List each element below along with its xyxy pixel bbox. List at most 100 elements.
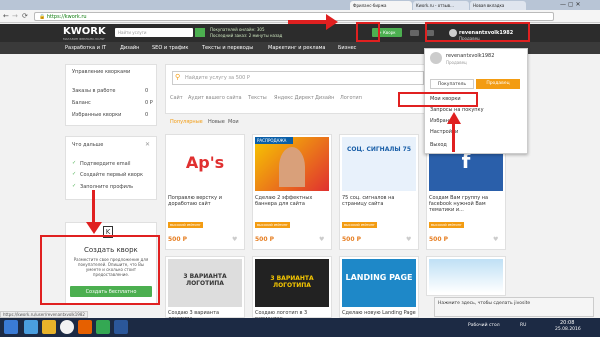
card-price: 500 Р [168,236,188,243]
tag[interactable]: Аудит вашего сайта [188,95,242,101]
last-order-stat: Последний заказ: 2 минуты назад [210,33,283,38]
heart-icon[interactable]: ♥ [493,236,498,243]
card-thumbnail[interactable]: 3 ВАРИАНТА ЛОГОТИПА [168,259,242,307]
tag[interactable]: Логотип [340,95,362,101]
thumb-text: РАСПРОДАЖА [255,137,293,144]
filter-mine[interactable]: Мои [228,119,239,125]
menu-item[interactable]: Дизайн [120,45,139,51]
tag[interactable]: Сайт [170,95,183,101]
logo[interactable]: KWORK [63,26,106,37]
toggle-buyer[interactable]: Покупатель [430,79,474,89]
favorites-link[interactable]: Избранные кворки [72,112,121,118]
rating-badge: ВЫСОКИЙ РЕЙТИНГ [429,222,464,228]
app-icon[interactable] [96,320,110,334]
menu-item[interactable]: SEO и трафик [152,45,188,51]
orders-count: 0 [145,88,149,94]
search-icon[interactable] [195,28,205,37]
card-thumbnail[interactable]: LANDING PAGE [342,259,416,307]
thumb-text: 3 ВАРИАНТА ЛОГОТИПА [183,273,227,287]
reload-icon[interactable]: ⟳ [22,12,28,20]
card-title[interactable]: Сделаю 2 эффектных баннера для сайта [255,195,319,207]
word-icon[interactable] [114,320,128,334]
card-price: 500 Р [255,236,275,243]
annotation-arrow-head [447,112,461,124]
chrome-icon[interactable] [60,320,74,334]
rating-badge: ВЫСОКИЙ РЕЙТИНГ [255,222,290,228]
clock-time: 20:08 [560,320,575,326]
browser-tabbar: Фриланс-биржа Kwork.ru - отзыв... Новая … [0,0,600,10]
orders-link[interactable]: Заказы в работе [72,88,115,94]
step-create-kwork[interactable]: Создайте первый кворк [80,172,143,178]
annotation-arrow-shaft [452,122,455,152]
thumb-text: СОЦ. СИГНАЛЫ 75 [347,146,411,153]
folder-icon[interactable] [42,320,56,334]
close-icon[interactable]: ✕ [145,141,150,148]
jivosite-notification[interactable]: Нажмите здесь, чтобы сделать jivosite [434,297,594,317]
annotation-box [356,22,380,42]
tag[interactable]: Дизайн [315,95,334,101]
card-title[interactable]: Сделаю новую Landing Page [342,310,416,316]
step-fill-profile[interactable]: Заполните профиль [80,184,133,190]
dropdown-role: Продавец [446,60,467,65]
search-icon: ⚲ [175,73,181,81]
manage-title: Управление кворками [72,69,131,75]
thumb-text: 3 ВАРИАНТА ЛОГОТИПА [270,275,314,289]
online-stat: Покупателей онлайн: 305 [210,27,265,32]
card-title[interactable]: 75 соц. сигналов на страницу сайта [342,195,406,207]
browser-tab[interactable]: Новая вкладка [470,1,526,10]
step-confirm-email[interactable]: Подтвердите email [80,161,130,167]
desktop-label: Рабочий стол [468,323,500,328]
nav-back-icon[interactable]: ← [3,12,9,20]
firefox-icon[interactable] [78,320,92,334]
main-search-placeholder: Найдите услугу за 500 Р [185,75,250,81]
card-title[interactable]: Поправлю верстку и доработаю сайт [168,195,232,207]
start-icon[interactable] [4,320,18,334]
card-price: 500 Р [429,236,449,243]
menu-item[interactable]: Маркетинг и реклама [268,45,326,51]
tag[interactable]: Яндекс Директ [274,95,314,101]
messages-icon[interactable] [410,30,419,36]
balance-value: 0 Р [145,100,153,106]
favorites-count: 0 [145,112,149,118]
nav-forward-icon[interactable]: → [12,12,18,20]
card-thumbnail[interactable] [429,259,503,293]
annotation-box [40,235,160,305]
menu-item[interactable]: Тексты и переводы [202,45,253,51]
next-title: Что дальше [72,142,104,148]
logo-subtitle: МАГАЗИН ФРИЛАНС-УСЛУГ [63,37,106,41]
header-search-input[interactable]: Найти услуги [115,28,193,37]
heart-icon[interactable]: ♥ [232,236,237,243]
card-thumbnail[interactable]: 3 ВАРИАНТА ЛОГОТИПА [255,259,329,307]
card-thumbnail[interactable]: Ap's [168,137,242,191]
rating-badge: ВЫСОКИЙ РЕЙТИНГ [168,222,203,228]
card-thumbnail[interactable]: РАСПРОДАЖА [255,137,329,191]
lock-icon: 🔒 [39,14,47,20]
heart-icon[interactable]: ♥ [406,236,411,243]
status-url: https://kwork.ru/user/revenantxvolk1982 [0,311,88,318]
dropdown-logout[interactable]: Выход [430,142,447,148]
annotation-box [425,22,530,42]
heart-icon[interactable]: ♥ [319,236,324,243]
avatar [430,52,442,64]
card-title[interactable]: Создам Вам группу на facebook нужной Вам… [429,195,493,213]
menu-item[interactable]: Бизнес [338,45,356,51]
tag[interactable]: Тексты [248,95,267,101]
browser-tab[interactable]: Kwork.ru - отзыв... [413,1,469,10]
filter-popular[interactable]: Популярные [170,119,203,125]
balance-link[interactable]: Баланс [72,100,91,106]
annotation-box [398,92,478,107]
check-icon: ✓ [72,183,77,189]
filter-new[interactable]: Новые [208,119,225,125]
thumb-text: LANDING PAGE [345,273,413,282]
browser-tab-active[interactable]: Фриланс-биржа [350,1,412,10]
language-indicator[interactable]: RU [520,323,526,328]
url-text: https://kwork.ru [46,14,87,20]
thumb-text: Ap's [185,153,225,172]
menu-item[interactable]: Разработка и IT [65,45,106,51]
annotation-arrow-head [86,222,102,234]
toggle-seller[interactable]: Продавец [476,79,520,89]
card-thumbnail[interactable]: СОЦ. СИГНАЛЫ 75 [342,137,416,191]
ie-icon[interactable] [24,320,38,334]
window-controls[interactable]: — ▢ ✕ [560,1,581,8]
clock-date: 25.08.2016 [555,327,581,332]
